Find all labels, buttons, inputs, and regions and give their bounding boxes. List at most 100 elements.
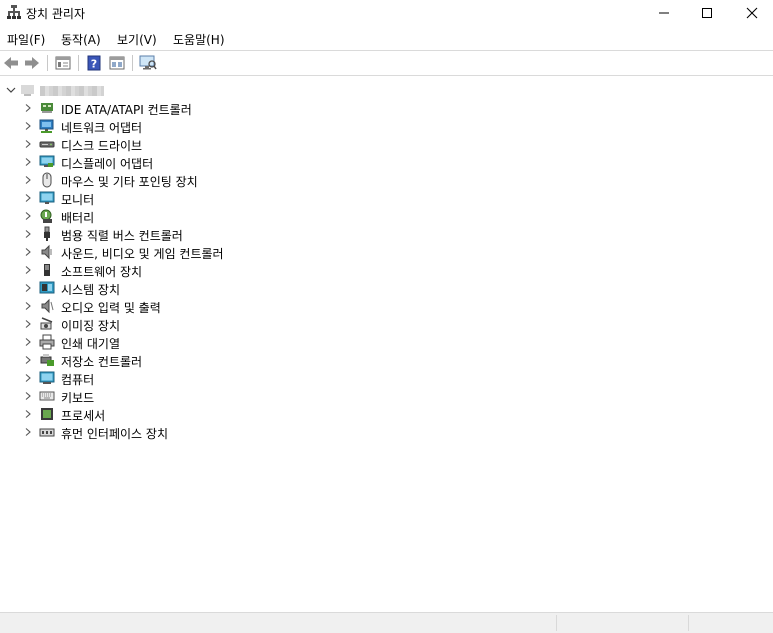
- menu-file[interactable]: 파일(F): [7, 31, 45, 48]
- tree-node[interactable]: 오디오 입력 및 출력: [0, 297, 500, 315]
- tree-node-label: IDE ATA/ATAPI 컨트롤러: [61, 103, 192, 117]
- monitor-icon: [139, 55, 157, 70]
- minimize-button[interactable]: [641, 0, 687, 25]
- forward-button[interactable]: [22, 54, 42, 72]
- tree-node-label: 저장소 컨트롤러: [61, 355, 143, 369]
- tree-node-label: 오디오 입력 및 출력: [61, 301, 161, 315]
- menu-bar: 파일(F) 동작(A) 보기(V) 도움말(H): [0, 28, 773, 48]
- tree-node-label: 시스템 장치: [61, 283, 121, 297]
- tree-node[interactable]: IDE ATA/ATAPI 컨트롤러: [0, 99, 500, 117]
- speaker-icon: [41, 244, 52, 260]
- chevron-right-icon[interactable]: [23, 373, 33, 383]
- view-icon: [109, 56, 125, 70]
- chevron-right-icon[interactable]: [23, 175, 33, 185]
- tree-node-label: 이미징 장치: [61, 319, 121, 333]
- display-adapter-icon: [39, 155, 55, 167]
- tree-node[interactable]: 사운드, 비디오 및 게임 컨트롤러: [0, 243, 500, 261]
- menu-view[interactable]: 보기(V): [117, 31, 157, 48]
- toolbar: ?: [0, 52, 773, 74]
- close-icon: [746, 7, 758, 18]
- view-button[interactable]: [107, 54, 127, 72]
- chevron-right-icon[interactable]: [23, 157, 33, 167]
- tree-node[interactable]: 디스플레이 어댑터: [0, 153, 500, 171]
- status-divider: [556, 615, 557, 631]
- chevron-right-icon[interactable]: [23, 283, 33, 293]
- tree-node[interactable]: 배터리: [0, 207, 500, 225]
- battery-icon: [40, 209, 52, 223]
- tree-node-label: 사운드, 비디오 및 게임 컨트롤러: [61, 247, 224, 261]
- network-adapter-icon: [39, 119, 54, 133]
- ide-controller-icon: [41, 103, 53, 113]
- close-button[interactable]: [729, 0, 773, 25]
- chevron-right-icon[interactable]: [23, 337, 33, 347]
- help-button[interactable]: ?: [84, 54, 104, 72]
- chevron-right-icon[interactable]: [23, 265, 33, 275]
- usb-icon: [44, 226, 50, 241]
- tree-node[interactable]: 휴먼 인터페이스 장치: [0, 423, 500, 441]
- camera-icon: [40, 317, 53, 330]
- menu-divider: [0, 50, 773, 51]
- forward-icon: [25, 57, 39, 69]
- title-bar: 장치 관리자: [0, 0, 773, 25]
- tree-node-label: 프로세서: [61, 409, 106, 423]
- tree-node[interactable]: 마우스 및 기타 포인팅 장치: [0, 171, 500, 189]
- tree-node-label: 모니터: [61, 193, 95, 207]
- chevron-right-icon[interactable]: [23, 301, 33, 311]
- chevron-down-icon[interactable]: [5, 84, 17, 96]
- audio-io-icon: [41, 298, 54, 314]
- chevron-right-icon[interactable]: [23, 391, 33, 401]
- chevron-right-icon[interactable]: [23, 139, 33, 149]
- svg-text:?: ?: [91, 58, 97, 71]
- computer-icon: [39, 371, 55, 384]
- chevron-right-icon[interactable]: [23, 121, 33, 131]
- tree-node-label: 컴퓨터: [61, 373, 95, 387]
- tree-root[interactable]: [0, 81, 300, 99]
- tree-node[interactable]: 컴퓨터: [0, 369, 500, 387]
- chevron-right-icon[interactable]: [23, 427, 33, 437]
- computer-name-blurred: [40, 86, 104, 96]
- processor-icon: [41, 408, 53, 420]
- toolbar-divider: [0, 75, 773, 76]
- tree-node[interactable]: 인쇄 대기열: [0, 333, 500, 351]
- tree-node-label: 디스플레이 어댑터: [61, 157, 154, 171]
- chevron-right-icon[interactable]: [23, 103, 33, 113]
- chevron-right-icon[interactable]: [23, 319, 33, 329]
- maximize-button[interactable]: [684, 0, 730, 25]
- menu-help[interactable]: 도움말(H): [173, 31, 225, 48]
- tree-node[interactable]: 시스템 장치: [0, 279, 500, 297]
- tree-node[interactable]: 디스크 드라이브: [0, 135, 500, 153]
- chevron-right-icon[interactable]: [23, 247, 33, 257]
- toolbar-separator: [47, 55, 48, 71]
- computer-icon: [21, 85, 34, 96]
- back-icon: [4, 57, 18, 69]
- help-icon: ?: [87, 55, 101, 71]
- tree-node[interactable]: 프로세서: [0, 405, 500, 423]
- software-device-icon: [44, 264, 50, 276]
- tree-node[interactable]: 키보드: [0, 387, 500, 405]
- device-manager-icon: [6, 4, 22, 20]
- tree-node[interactable]: 소프트웨어 장치: [0, 261, 500, 279]
- chevron-right-icon[interactable]: [23, 409, 33, 419]
- properties-icon: [55, 56, 71, 70]
- chevron-right-icon[interactable]: [23, 355, 33, 365]
- tree-node[interactable]: 이미징 장치: [0, 315, 500, 333]
- back-button[interactable]: [1, 54, 21, 72]
- chevron-right-icon[interactable]: [23, 193, 33, 203]
- chevron-right-icon[interactable]: [23, 211, 33, 221]
- chevron-right-icon[interactable]: [23, 229, 33, 239]
- tree-node[interactable]: 저장소 컨트롤러: [0, 351, 500, 369]
- tree-node[interactable]: 모니터: [0, 189, 500, 207]
- scan-hardware-button[interactable]: [138, 54, 158, 72]
- toolbar-separator: [78, 55, 79, 71]
- tree-node[interactable]: 네트워크 어댑터: [0, 117, 500, 135]
- tree-node-label: 키보드: [61, 391, 95, 405]
- properties-button[interactable]: [53, 54, 73, 72]
- disk-drive-icon: [39, 141, 55, 148]
- tree-node-label: 소프트웨어 장치: [61, 265, 143, 279]
- printer-icon: [39, 334, 55, 350]
- minimize-icon: [659, 12, 669, 13]
- tree-node-label: 마우스 및 기타 포인팅 장치: [61, 175, 198, 189]
- menu-action[interactable]: 동작(A): [61, 31, 101, 48]
- tree-node[interactable]: 범용 직렬 버스 컨트롤러: [0, 225, 500, 243]
- tree-node-label: 휴먼 인터페이스 장치: [61, 427, 168, 441]
